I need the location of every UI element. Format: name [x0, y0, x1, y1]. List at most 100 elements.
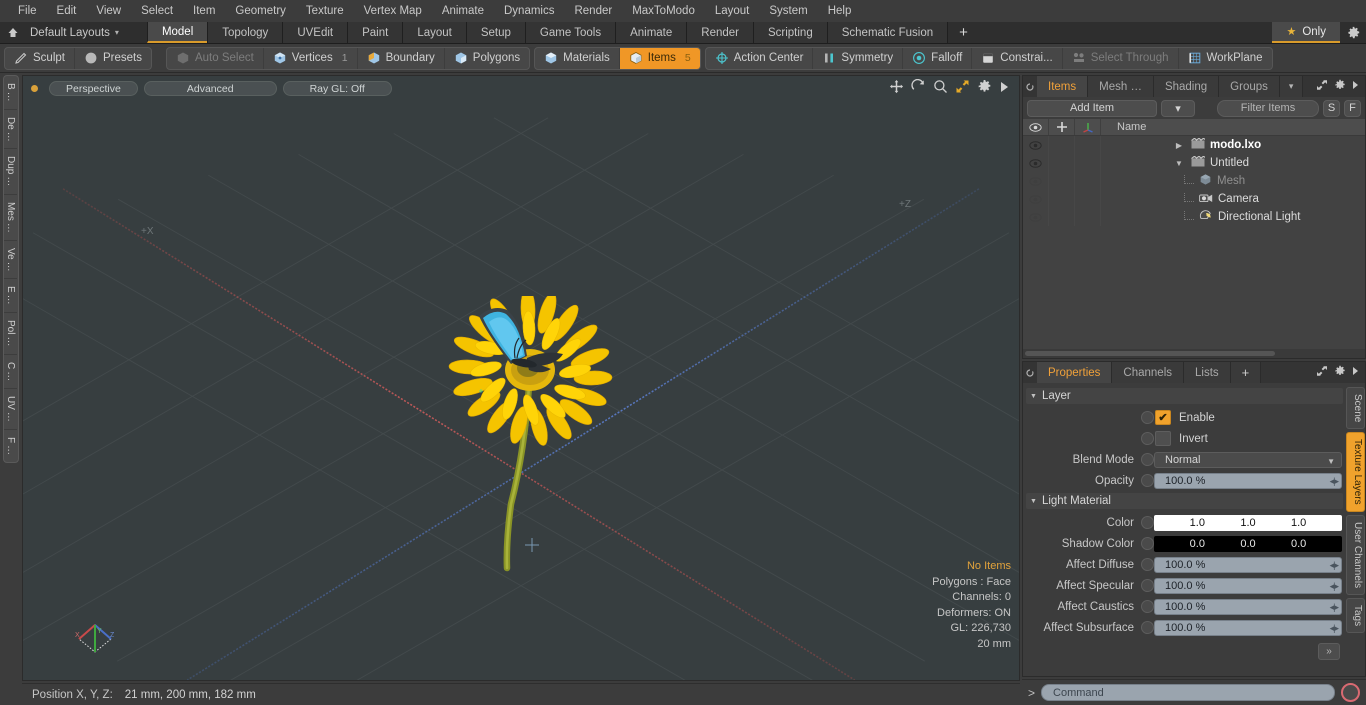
- column-lock-icon[interactable]: [1049, 119, 1075, 135]
- enable-checkbox[interactable]: ✔: [1155, 410, 1171, 425]
- tab-shading[interactable]: Shading: [1153, 76, 1220, 97]
- spinner-icon[interactable]: ◂|▸: [1330, 560, 1339, 571]
- shadow-color-animate-dot[interactable]: [1141, 537, 1154, 550]
- menu-item-system[interactable]: System: [759, 0, 817, 22]
- only-button[interactable]: ★ Only: [1272, 22, 1340, 43]
- viewport-gear-icon[interactable]: [977, 79, 992, 97]
- filter-f-button[interactable]: F: [1344, 99, 1361, 117]
- items-panel-more-icon[interactable]: [1352, 80, 1359, 93]
- row-axis-toggle[interactable]: [1075, 208, 1101, 226]
- tab-game-tools[interactable]: Game Tools: [524, 22, 617, 43]
- items-tree-horizontal-scrollbar[interactable]: [1023, 349, 1365, 358]
- items-panel-menu-dot-icon[interactable]: [1023, 76, 1037, 97]
- items-tabs-overflow-icon[interactable]: ▾: [1279, 76, 1304, 97]
- row-axis-toggle[interactable]: [1075, 190, 1101, 208]
- menu-item-dynamics[interactable]: Dynamics: [494, 0, 564, 22]
- color-swatch-input[interactable]: 1.0 1.0 1.0: [1154, 514, 1342, 531]
- add-item-dropdown-icon[interactable]: ▾: [1161, 99, 1195, 117]
- left-tab-curve[interactable]: C …: [4, 355, 17, 389]
- default-layouts-selector[interactable]: Default Layouts ▾: [26, 22, 129, 43]
- properties-panel-gear-icon[interactable]: [1334, 365, 1346, 380]
- tab-layout[interactable]: Layout: [402, 22, 467, 43]
- items-button[interactable]: Items 5: [619, 47, 700, 69]
- twist-icon[interactable]: ▼: [1172, 159, 1186, 168]
- properties-panel-more-icon[interactable]: [1352, 366, 1359, 379]
- blend-mode-animate-dot[interactable]: [1141, 453, 1154, 466]
- side-tab-tags[interactable]: Tags: [1346, 598, 1365, 634]
- row-lock-toggle[interactable]: [1049, 136, 1075, 154]
- boundary-button[interactable]: Boundary: [358, 47, 445, 69]
- expand-panel-icon[interactable]: [1316, 365, 1328, 380]
- left-tab-deform[interactable]: De …: [4, 110, 17, 150]
- left-tab-basic[interactable]: B …: [4, 76, 17, 110]
- opacity-input[interactable]: 100.0 % ◂|▸: [1154, 472, 1342, 489]
- spinner-icon[interactable]: ◂|▸: [1330, 623, 1339, 634]
- scrollbar-thumb[interactable]: [1025, 351, 1275, 356]
- tab-scripting[interactable]: Scripting: [752, 22, 828, 43]
- constraint-button[interactable]: Constrai...: [972, 47, 1063, 69]
- row-visibility-toggle[interactable]: [1023, 172, 1049, 190]
- affect-caustics-animate-dot[interactable]: [1141, 600, 1154, 613]
- menu-item-select[interactable]: Select: [131, 0, 183, 22]
- row-axis-toggle[interactable]: [1075, 136, 1101, 154]
- column-visibility-icon[interactable]: [1023, 119, 1049, 135]
- section-header-layer[interactable]: ▼ Layer: [1026, 388, 1343, 404]
- affect-diffuse-input[interactable]: 100.0 % ◂|▸: [1154, 556, 1342, 573]
- properties-panel-menu-dot-icon[interactable]: [1023, 362, 1037, 383]
- menu-item-render[interactable]: Render: [564, 0, 622, 22]
- viewport-shading-button[interactable]: Advanced: [143, 80, 277, 96]
- table-row[interactable]: Mesh: [1023, 172, 1365, 190]
- side-tab-texture-layers[interactable]: Texture Layers: [1346, 432, 1365, 512]
- 3d-viewport[interactable]: +X +Z Perspective Advanced Ray GL: Off N…: [22, 75, 1020, 681]
- menu-item-view[interactable]: View: [86, 0, 131, 22]
- sculpt-button[interactable]: Sculpt: [5, 47, 75, 69]
- row-axis-toggle[interactable]: [1075, 154, 1101, 172]
- affect-diffuse-animate-dot[interactable]: [1141, 558, 1154, 571]
- invert-checkbox[interactable]: [1155, 431, 1171, 446]
- items-panel-gear-icon[interactable]: [1334, 79, 1346, 94]
- spinner-icon[interactable]: ◂|▸: [1330, 581, 1339, 592]
- presets-button[interactable]: Presets: [75, 48, 151, 69]
- left-tab-edge[interactable]: E …: [4, 279, 17, 314]
- row-lock-toggle[interactable]: [1049, 154, 1075, 172]
- add-item-button[interactable]: Add Item: [1027, 99, 1157, 117]
- opacity-animate-dot[interactable]: [1141, 474, 1154, 487]
- tab-setup[interactable]: Setup: [465, 22, 526, 43]
- home-icon[interactable]: [0, 22, 26, 43]
- left-tab-mesh-edit[interactable]: Mes …: [4, 195, 17, 241]
- row-lock-toggle[interactable]: [1049, 190, 1075, 208]
- tab-mesh[interactable]: Mesh …: [1088, 76, 1154, 97]
- row-name-cell[interactable]: ▼ Untitled: [1101, 154, 1365, 172]
- axis-gizmo[interactable]: X Z Y: [73, 619, 117, 662]
- tab-lists[interactable]: Lists: [1184, 362, 1231, 383]
- menu-item-layout[interactable]: Layout: [705, 0, 760, 22]
- left-tab-duplicate[interactable]: Dup …: [4, 149, 17, 195]
- table-row[interactable]: Camera: [1023, 190, 1365, 208]
- affect-subsurface-animate-dot[interactable]: [1141, 621, 1154, 634]
- tab-animate[interactable]: Animate: [615, 22, 688, 43]
- left-tab-uv[interactable]: UV …: [4, 389, 17, 430]
- affect-subsurface-input[interactable]: 100.0 % ◂|▸: [1154, 619, 1342, 636]
- row-visibility-toggle[interactable]: [1023, 208, 1049, 226]
- fit-icon[interactable]: [955, 79, 970, 97]
- row-name-cell[interactable]: ▶ modo.lxo: [1101, 136, 1365, 154]
- table-row[interactable]: ▼ Untitled: [1023, 154, 1365, 172]
- table-row[interactable]: ▶ modo.lxo: [1023, 136, 1365, 154]
- menu-item-item[interactable]: Item: [183, 0, 225, 22]
- left-tab-polygon[interactable]: Pol …: [4, 313, 17, 355]
- falloff-button[interactable]: Falloff: [903, 47, 973, 69]
- items-tree[interactable]: ▶ modo.lxo ▼ Untitled Mesh Camera Direct…: [1023, 136, 1365, 358]
- viewport-projection-button[interactable]: Perspective: [49, 80, 138, 96]
- expand-panel-icon[interactable]: [1316, 79, 1328, 94]
- filter-s-button[interactable]: S: [1323, 99, 1340, 117]
- row-visibility-toggle[interactable]: [1023, 136, 1049, 154]
- section-header-light-material[interactable]: ▼ Light Material: [1026, 493, 1343, 509]
- side-tab-scene[interactable]: Scene: [1346, 387, 1365, 430]
- menu-item-geometry[interactable]: Geometry: [225, 0, 296, 22]
- action-center-button[interactable]: Action Center: [706, 47, 814, 69]
- tab-render[interactable]: Render: [686, 22, 754, 43]
- rotate-icon[interactable]: [911, 78, 926, 97]
- move-icon[interactable]: [889, 79, 904, 97]
- row-lock-toggle[interactable]: [1049, 172, 1075, 190]
- symmetry-button[interactable]: Symmetry: [813, 47, 904, 69]
